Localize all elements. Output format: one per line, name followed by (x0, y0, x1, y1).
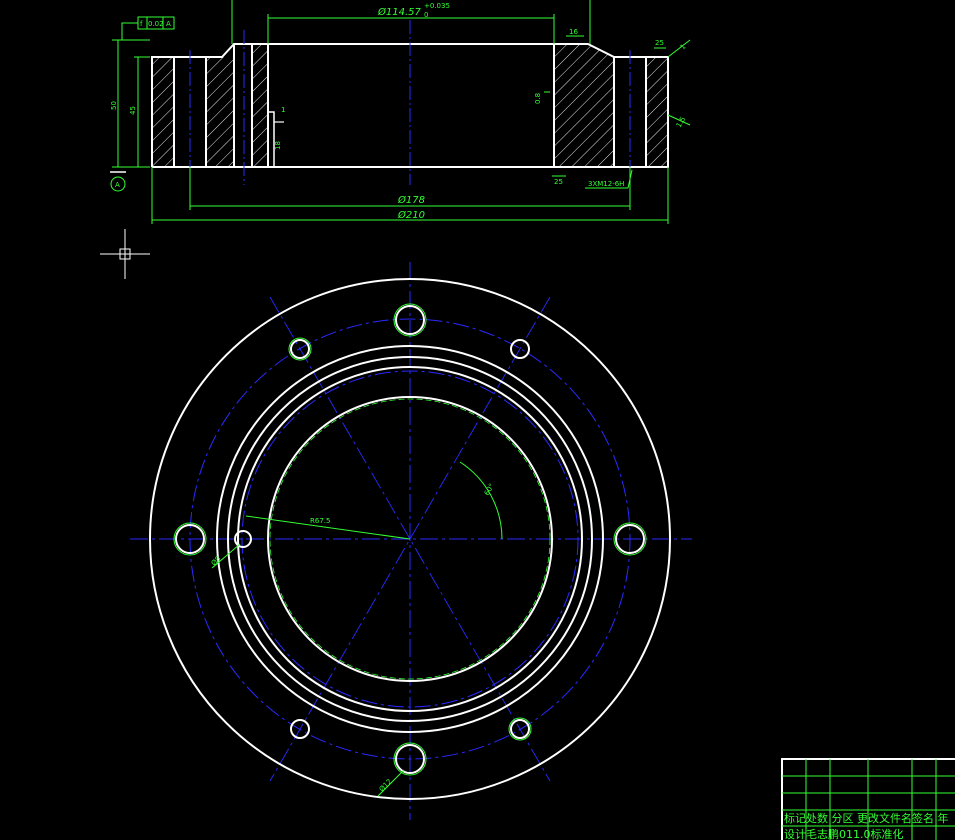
crosshair-cursor-icon (100, 229, 150, 279)
dim-25-lower-label: 25 (554, 178, 563, 186)
dim-thread-label: 3XM12-6H (588, 180, 624, 188)
radius-label: R67.5 (310, 517, 330, 525)
dim-right-1-label: 1 (679, 43, 688, 52)
tolerance-symbol: f (140, 20, 143, 28)
section-view: Ø114.57 +0.035 0 f 0.02 A 50 45 1 18 A Ø… (110, 0, 691, 224)
title-block-row1: 标记处数 分区 更改文件名签名 年 (784, 811, 949, 825)
dim-right-2-label: 1.5 (675, 115, 687, 129)
section-hatch-right-1 (554, 44, 614, 167)
dim-25-label: 25 (655, 39, 664, 47)
dim-bore-label: Ø114.57 (377, 6, 421, 18)
dim-45-label: 45 (129, 106, 137, 115)
dim-bore-tol-lower: 0 (424, 11, 428, 19)
angle-label: 60° (483, 482, 496, 497)
section-hatch-left-3 (252, 44, 268, 167)
tolerance-frame: f 0.02 A (121, 16, 175, 40)
cad-drawing-canvas[interactable]: Ø114.57 +0.035 0 f 0.02 A 50 45 1 18 A Ø… (0, 0, 955, 840)
dim-r-small-label: 0.8 (534, 93, 542, 104)
plan-view: R67.5 60° Ø8 Ø12 (130, 262, 692, 820)
title-block: 标记处数 分区 更改文件名签名 年 设计毛志鹏011.0标准化 (781, 758, 955, 840)
dim-178-label: Ø178 (397, 194, 425, 206)
hole-label-bottom: Ø12 (378, 778, 394, 794)
section-hatch-right-2 (646, 57, 668, 167)
tolerance-value: 0.02 (148, 20, 164, 28)
section-hatch-left-1 (152, 57, 174, 167)
section-hatch-left-2 (206, 57, 234, 167)
dim-16-label: 16 (569, 28, 578, 36)
dim-1-label: 1 (281, 106, 285, 114)
hole-label-left: Ø8 (210, 555, 223, 568)
title-block-row2: 设计毛志鹏011.0标准化 (784, 827, 904, 840)
dim-210-label: Ø210 (397, 209, 425, 221)
dim-50-label: 50 (110, 101, 118, 110)
dim-18-label: 18 (274, 141, 282, 150)
datum-a-label: A (115, 181, 120, 189)
tolerance-datum: A (166, 20, 171, 28)
dim-bore-tol-upper: +0.035 (424, 2, 450, 10)
